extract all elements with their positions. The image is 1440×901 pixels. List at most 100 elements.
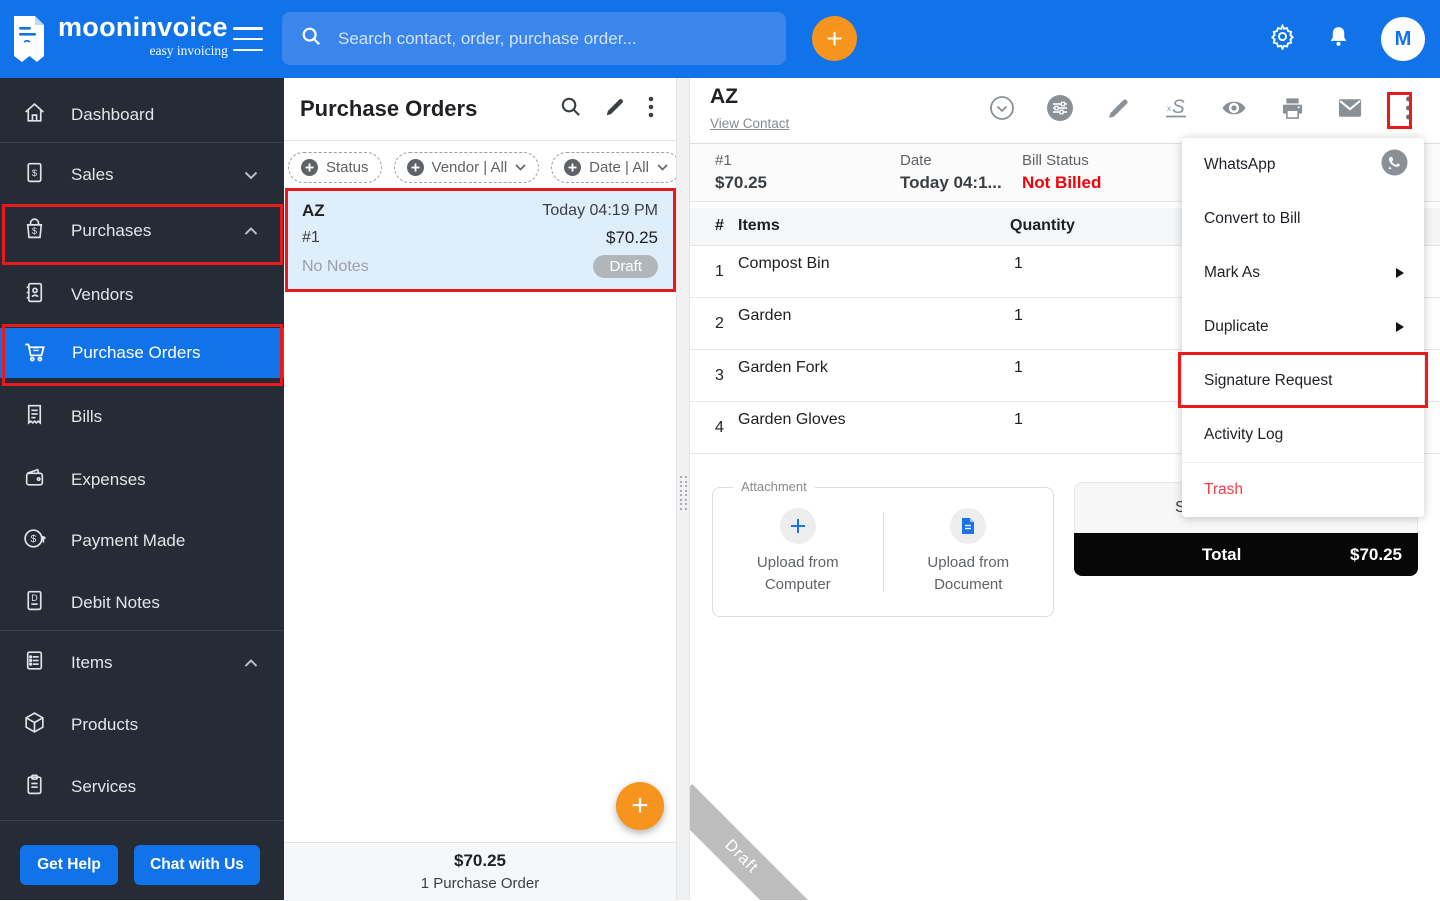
edit-pencil-icon[interactable] xyxy=(1104,94,1132,122)
col-quantity: Quantity xyxy=(1010,217,1075,234)
po-time: Today 04:19 PM xyxy=(542,202,658,219)
svg-text:D: D xyxy=(31,593,37,603)
upload-from-computer-button[interactable]: Upload from Computer xyxy=(713,507,883,597)
top-bar: mooninvoice easy invoicing + M xyxy=(0,0,1440,78)
get-help-button[interactable]: Get Help xyxy=(20,845,118,885)
total-value: $70.25 xyxy=(1350,544,1402,564)
filter-chip-vendor[interactable]: Vendor | All xyxy=(393,152,540,183)
menu-item-duplicate[interactable]: Duplicate xyxy=(1182,300,1424,354)
list-kebab-menu-icon[interactable] xyxy=(648,95,654,124)
bill-status-value: Not Billed xyxy=(1022,173,1102,192)
menu-item-mark-as[interactable]: Mark As xyxy=(1182,246,1424,300)
search-icon xyxy=(300,25,322,52)
products-box-icon xyxy=(22,710,47,740)
sidebar-item-products[interactable]: Products xyxy=(0,700,284,750)
sidebar-item-expenses[interactable]: Expenses xyxy=(0,455,284,505)
total-bar: Total $70.25 xyxy=(1074,533,1418,576)
purchase-orders-list-panel: Purchase Orders Status Vendor | All Date… xyxy=(284,78,681,901)
search-input[interactable] xyxy=(336,27,768,50)
add-new-button[interactable]: + xyxy=(812,16,857,61)
menu-item-activity-log[interactable]: Activity Log xyxy=(1182,408,1424,462)
order-amount: $70.25 xyxy=(715,173,767,192)
submenu-arrow-icon xyxy=(1396,322,1404,332)
svg-text:$: $ xyxy=(32,168,38,178)
chat-with-us-button[interactable]: Chat with Us xyxy=(134,845,260,885)
mooninvoice-logo-icon xyxy=(10,14,48,69)
home-icon xyxy=(22,100,47,130)
signature-icon[interactable]: xS xyxy=(1162,94,1190,122)
sidebar-divider xyxy=(0,820,284,821)
preview-eye-icon[interactable] xyxy=(1220,94,1248,122)
document-icon xyxy=(950,507,987,544)
more-options-menu: WhatsApp Convert to Bill Mark As Duplica… xyxy=(1182,138,1424,517)
whatsapp-icon xyxy=(1381,149,1408,181)
chevron-down-icon xyxy=(244,165,258,185)
more-options-kebab-icon[interactable] xyxy=(1394,94,1422,122)
bill-status-label: Bill Status xyxy=(1022,152,1089,169)
po-amount: $70.25 xyxy=(606,228,658,247)
chevron-down-icon xyxy=(657,164,668,171)
svg-text:x: x xyxy=(1167,104,1171,113)
sidebar-item-payment-made[interactable]: $ Payment Made xyxy=(0,516,284,566)
sidebar-item-purchases[interactable]: $ Purchases xyxy=(0,206,284,256)
menu-item-whatsapp[interactable]: WhatsApp xyxy=(1182,138,1424,192)
settings-gear-icon[interactable] xyxy=(1269,23,1296,55)
menu-item-trash[interactable]: Trash xyxy=(1182,462,1424,517)
cart-icon xyxy=(22,338,48,369)
po-notes: No Notes xyxy=(302,257,369,275)
sidebar-item-vendors[interactable]: Vendors xyxy=(0,270,284,320)
svg-text:S: S xyxy=(1172,97,1185,118)
draft-ribbon: Draft xyxy=(690,784,814,900)
add-purchase-order-button[interactable]: + xyxy=(616,782,664,830)
hamburger-menu-icon[interactable] xyxy=(233,27,263,51)
email-icon[interactable] xyxy=(1336,94,1364,122)
view-contact-link[interactable]: View Contact xyxy=(710,116,789,131)
plus-circle-icon xyxy=(406,159,424,176)
plus-circle-icon xyxy=(564,159,582,176)
sidebar-item-purchase-orders[interactable]: Purchase Orders xyxy=(0,328,284,378)
payment-made-icon: $ xyxy=(22,526,47,556)
sidebar-item-debit-notes[interactable]: D Debit Notes xyxy=(0,578,284,628)
sidebar-item-dashboard[interactable]: Dashboard xyxy=(0,90,284,140)
upload-from-document-button[interactable]: Upload from Document xyxy=(884,507,1054,597)
col-hash: # xyxy=(715,217,724,234)
schedule-status-icon[interactable] xyxy=(988,94,1016,122)
sidebar-item-services[interactable]: Services xyxy=(0,762,284,812)
list-edit-pencil-icon[interactable] xyxy=(604,96,626,123)
filter-chip-date[interactable]: Date | All xyxy=(551,152,681,183)
sidebar-divider xyxy=(0,630,284,631)
sidebar-item-sales[interactable]: $ Sales xyxy=(0,150,284,200)
status-badge: Draft xyxy=(593,255,658,278)
sidebar-item-items[interactable]: Items xyxy=(0,638,284,688)
notifications-bell-icon[interactable] xyxy=(1326,24,1351,54)
menu-item-convert-to-bill[interactable]: Convert to Bill xyxy=(1182,192,1424,246)
chevron-up-icon xyxy=(244,221,258,241)
list-footer: $70.25 1 Purchase Order xyxy=(284,842,676,901)
chevron-up-icon xyxy=(244,653,258,673)
tune-settings-icon[interactable] xyxy=(1046,94,1074,122)
attachment-box: Attachment Upload from Computer Upload f… xyxy=(712,479,1054,617)
purchases-bag-icon: $ xyxy=(22,216,47,246)
purchase-order-list-item[interactable]: AZ Today 04:19 PM #1 $70.25 No Notes Dra… xyxy=(286,190,674,289)
items-list-icon xyxy=(22,648,47,678)
list-search-icon[interactable] xyxy=(559,95,582,123)
svg-text:$: $ xyxy=(31,534,37,545)
brand-tagline: easy invoicing xyxy=(149,43,228,58)
services-clipboard-icon xyxy=(22,772,47,802)
list-panel-title: Purchase Orders xyxy=(300,96,478,121)
debit-notes-icon: D xyxy=(22,588,47,618)
date-label: Date xyxy=(900,152,932,169)
sidebar-item-bills[interactable]: Bills xyxy=(0,392,284,442)
drag-handle-icon[interactable] xyxy=(680,476,687,510)
filter-chip-status[interactable]: Status xyxy=(288,152,382,183)
bills-receipt-icon xyxy=(22,402,47,432)
print-icon[interactable] xyxy=(1278,94,1306,122)
attachment-legend: Attachment xyxy=(733,479,815,494)
svg-text:$: $ xyxy=(32,226,37,236)
app-logo[interactable]: mooninvoice easy invoicing xyxy=(10,14,228,69)
menu-item-signature-request[interactable]: Signature Request xyxy=(1182,354,1424,408)
detail-vendor-name: AZ xyxy=(710,85,738,108)
user-avatar[interactable]: M xyxy=(1381,17,1425,61)
po-number: #1 xyxy=(302,229,320,246)
col-items: Items xyxy=(738,217,780,234)
